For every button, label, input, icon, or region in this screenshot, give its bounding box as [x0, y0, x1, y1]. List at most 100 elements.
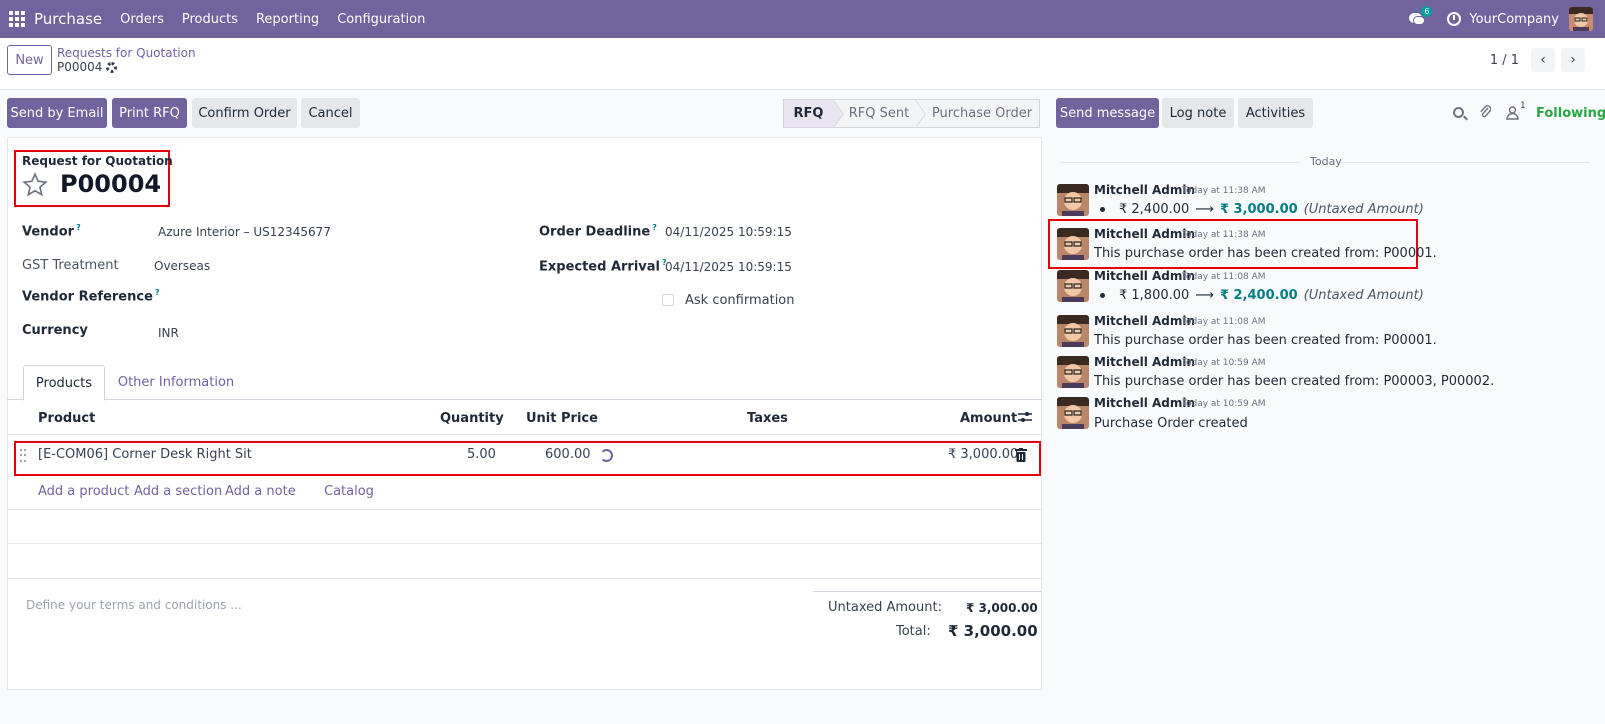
row-unit-price[interactable]: 600.00 — [545, 447, 591, 462]
menu-reporting[interactable]: Reporting — [256, 12, 319, 27]
order-deadline-label: Order Deadline? — [539, 223, 657, 239]
avatar[interactable] — [1057, 397, 1089, 429]
add-product-link[interactable]: Add a product — [38, 484, 129, 499]
column-taxes[interactable]: Taxes — [747, 411, 788, 426]
search-icon[interactable] — [1453, 107, 1464, 118]
column-amount[interactable]: Amount — [960, 411, 1017, 426]
avatar[interactable] — [1057, 270, 1089, 302]
stage-rfq[interactable]: RFQ — [783, 99, 844, 129]
stage-rfq-sent[interactable]: RFQ Sent — [833, 99, 926, 129]
pager-next-button[interactable]: › — [1561, 48, 1585, 72]
new-button[interactable]: New — [7, 45, 52, 75]
message-author[interactable]: Mitchell Admin — [1094, 396, 1195, 410]
message-body: This purchase order has been created fro… — [1094, 374, 1495, 389]
order-deadline-field[interactable]: 04/11/2025 10:59:15 — [665, 225, 792, 239]
currency-label: Currency — [22, 323, 88, 338]
breadcrumb-parent[interactable]: Requests for Quotation — [57, 46, 196, 60]
avatar[interactable] — [1057, 228, 1089, 260]
pager: 1 / 1 ‹ › — [1490, 48, 1585, 72]
print-rfq-button[interactable]: Print RFQ — [112, 98, 187, 128]
help-icon[interactable]: ? — [652, 223, 657, 232]
message-date: Today at 11:38 AM — [1182, 186, 1266, 196]
app-name[interactable]: Purchase — [34, 10, 102, 28]
expected-arrival-label: Expected Arrival? — [539, 258, 667, 274]
messages-badge: 6 — [1421, 6, 1433, 17]
menu-products[interactable]: Products — [182, 12, 238, 27]
tab-products[interactable]: Products — [23, 365, 105, 401]
apps-menu-icon[interactable] — [9, 11, 25, 27]
stage-purchase-order-label: Purchase Order — [931, 106, 1033, 121]
vendor-reference-field[interactable] — [154, 285, 514, 307]
stage-rfq-sent-label: RFQ Sent — [848, 106, 910, 121]
send-by-email-button[interactable]: Send by Email — [7, 98, 107, 128]
arrow-right-icon: ⟶ — [1195, 202, 1214, 217]
user-avatar[interactable] — [1569, 7, 1593, 31]
trash-icon[interactable] — [1015, 448, 1027, 462]
tab-other-information[interactable]: Other Information — [114, 365, 238, 400]
ask-confirmation-label[interactable]: Ask confirmation — [685, 293, 795, 308]
column-quantity[interactable]: Quantity — [440, 411, 504, 426]
tracking-value: ₹ 2,400.00 ⟶ ₹ 3,000.00 (Untaxed Amount) — [1100, 202, 1424, 217]
log-note-button[interactable]: Log note — [1162, 98, 1234, 128]
add-section-link[interactable]: Add a section — [134, 484, 222, 499]
catalog-link[interactable]: Catalog — [324, 484, 374, 499]
paperclip-icon[interactable] — [1479, 104, 1491, 119]
reset-price-icon[interactable] — [600, 449, 613, 462]
vendor-field[interactable]: Azure Interior – US12345677 — [158, 225, 331, 239]
top-navbar: Purchase Orders Products Reporting Confi… — [0, 0, 1605, 38]
avatar[interactable] — [1057, 184, 1089, 216]
message-author[interactable]: Mitchell Admin — [1094, 314, 1195, 328]
row-quantity[interactable]: 5.00 — [467, 447, 496, 462]
star-icon[interactable] — [22, 172, 48, 198]
company-switcher[interactable]: YourCompany — [1469, 12, 1559, 27]
row-amount: ₹ 3,000.00 — [948, 447, 1019, 462]
status-bar: RFQ RFQ Sent Purchase Order — [783, 99, 1040, 129]
add-note-link[interactable]: Add a note — [225, 484, 296, 499]
control-panel: New Requests for Quotation P00004 1 / 1 … — [0, 38, 1605, 90]
avatar[interactable] — [1057, 356, 1089, 388]
tracking-old: ₹ 2,400.00 — [1119, 202, 1190, 217]
avatar[interactable] — [1057, 315, 1089, 347]
message-author[interactable]: Mitchell Admin — [1094, 269, 1195, 283]
gear-icon[interactable] — [106, 61, 118, 73]
separator-line — [1060, 162, 1300, 163]
help-icon[interactable]: ? — [76, 223, 81, 232]
row-product[interactable]: [E-COM06] Corner Desk Right Sit — [38, 447, 252, 462]
confirm-order-button[interactable]: Confirm Order — [192, 98, 297, 128]
drag-handle-icon[interactable] — [20, 449, 28, 463]
followers-icon[interactable] — [1506, 106, 1519, 120]
pager-previous-button[interactable]: ‹ — [1531, 48, 1555, 72]
message-author[interactable]: Mitchell Admin — [1094, 227, 1195, 241]
message-date: Today at 11:38 AM — [1182, 230, 1266, 240]
message-author[interactable]: Mitchell Admin — [1094, 183, 1195, 197]
activity-clock-icon[interactable] — [1447, 12, 1462, 26]
cancel-button[interactable]: Cancel — [301, 98, 360, 128]
separator-line — [1340, 162, 1590, 163]
optional-columns-icon[interactable] — [1018, 411, 1032, 423]
tracking-new: ₹ 2,400.00 — [1219, 288, 1298, 303]
gst-treatment-field[interactable]: Overseas — [154, 259, 210, 273]
stage-purchase-order[interactable]: Purchase Order — [915, 99, 1040, 128]
column-product[interactable]: Product — [38, 411, 95, 426]
tracking-value: ₹ 1,800.00 ⟶ ₹ 2,400.00 (Untaxed Amount) — [1100, 288, 1424, 303]
notebook-tabs: Products Other Information — [7, 365, 1042, 401]
currency-field[interactable]: INR — [158, 326, 179, 340]
ask-confirmation-checkbox[interactable] — [662, 294, 674, 306]
messages-icon[interactable]: 6 — [1409, 6, 1433, 26]
send-message-button[interactable]: Send message — [1056, 98, 1159, 128]
message-author[interactable]: Mitchell Admin — [1094, 355, 1195, 369]
column-unit-price[interactable]: Unit Price — [526, 411, 598, 426]
terms-input[interactable]: Define your terms and conditions ... — [26, 598, 242, 612]
following-button[interactable]: Following — [1536, 106, 1605, 121]
menu-orders[interactable]: Orders — [120, 12, 164, 27]
expected-arrival-field[interactable]: 04/11/2025 10:59:15 — [665, 260, 792, 274]
title-label: Request for Quotation — [22, 154, 173, 168]
pager-value[interactable]: 1 / 1 — [1490, 53, 1519, 68]
expected-arrival-label-text: Expected Arrival — [539, 259, 660, 275]
menu-configuration[interactable]: Configuration — [337, 12, 425, 27]
tracking-field: (Untaxed Amount) — [1303, 202, 1424, 217]
activities-button[interactable]: Activities — [1238, 98, 1313, 128]
stage-rfq-label: RFQ — [793, 106, 824, 121]
row-divider — [7, 509, 1042, 510]
vendor-label-text: Vendor — [22, 224, 75, 240]
